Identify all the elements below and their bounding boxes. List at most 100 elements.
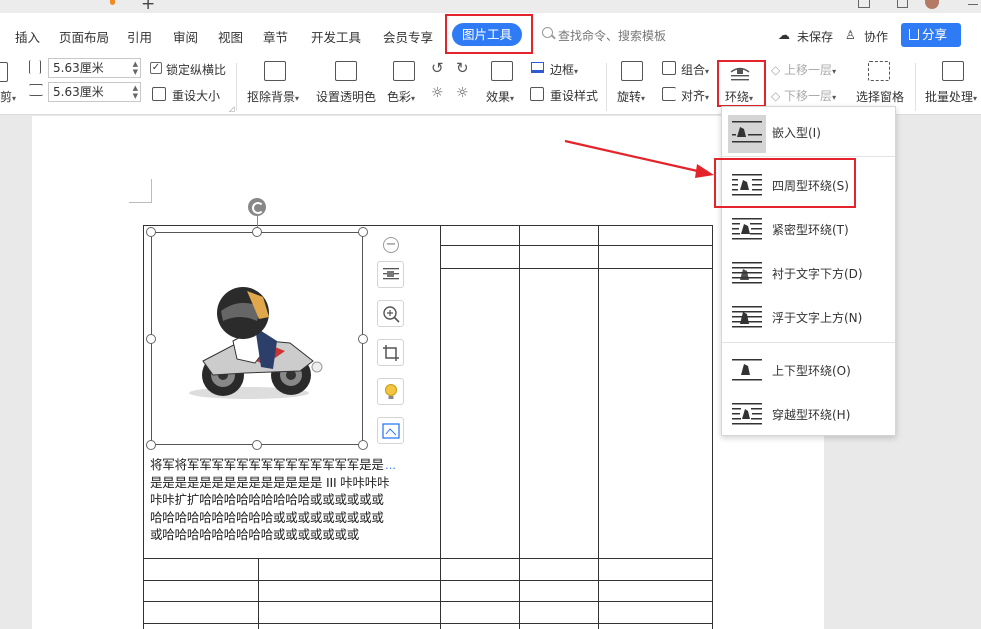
share-label: 分享 — [922, 27, 948, 42]
share-icon — [909, 29, 919, 40]
crop-image-button[interactable] — [377, 339, 404, 366]
wrap-option-in-front[interactable]: 浮于文字上方(N) — [722, 294, 895, 338]
separator — [236, 63, 237, 111]
wrap-tight-icon — [732, 218, 762, 240]
height-input[interactable]: 5.63厘米 ▲ ▼ — [48, 82, 141, 102]
contrast-icon[interactable]: ☼ — [456, 85, 469, 101]
share-button[interactable]: 分享 — [901, 23, 961, 47]
reset-size-icon — [152, 87, 166, 101]
resize-handle[interactable] — [358, 227, 368, 237]
collaborate-button[interactable]: 协作 — [864, 28, 888, 45]
text-line: 或哈哈哈哈哈哈哈哈哈或或或或或或或 — [150, 527, 360, 542]
wrap-option-behind-text[interactable]: 衬于文字下方(D) — [722, 250, 895, 294]
wrap-option-through[interactable]: 穿越型环绕(H) — [722, 391, 895, 435]
crop-icon — [383, 345, 399, 361]
minimize-icon[interactable] — [968, 4, 978, 12]
text-line: 将军将军军军军军军军军军军军军军军是是 — [150, 457, 384, 472]
tab-page-layout[interactable]: 页面布局 — [59, 27, 109, 46]
image-to-text-button[interactable] — [377, 417, 404, 444]
resize-handle[interactable] — [252, 227, 262, 237]
user-icon: ♙ — [845, 28, 856, 42]
avatar[interactable] — [925, 0, 939, 9]
tab-view[interactable]: 视图 — [218, 27, 243, 46]
smart-tips-button[interactable] — [377, 378, 404, 405]
wrap-option-label: 浮于文字上方(N) — [772, 311, 863, 325]
wrap-option-label: 嵌入型(I) — [772, 126, 821, 140]
tab-developer[interactable]: 开发工具 — [311, 27, 361, 46]
remove-background-button[interactable]: 抠除背景▾ — [247, 88, 299, 105]
cloud-icon: ☁ — [778, 28, 790, 42]
tab-insert[interactable]: 插入 — [15, 27, 40, 46]
reset-style-icon — [530, 87, 544, 101]
wrap-option-tight[interactable]: 紧密型环绕(T) — [722, 206, 895, 250]
rotate-handle[interactable] — [248, 198, 266, 216]
app-grid-icon[interactable] — [897, 0, 908, 8]
width-icon — [29, 60, 41, 74]
zoom-in-icon — [383, 306, 400, 323]
wrap-dropdown-menu: 嵌入型(I) 四周型环绕(S) 紧密型环绕(T) 衬于文字下方(D) 浮于文字上… — [721, 106, 896, 436]
tab-member[interactable]: 会员专享 — [383, 27, 433, 46]
separator — [606, 63, 607, 111]
crop-button[interactable]: 剪▾ — [0, 88, 16, 105]
lightbulb-icon — [385, 384, 397, 399]
dialog-launcher-icon[interactable]: ◿ — [229, 105, 234, 113]
brightness-icon[interactable]: ☼ — [431, 85, 444, 101]
effects-button[interactable]: 效果▾ — [486, 88, 514, 105]
selection-pane-button[interactable]: 选择窗格 — [856, 88, 904, 105]
rotate-right-icon[interactable]: ↻ — [456, 59, 469, 77]
wrap-inline-icon — [732, 121, 762, 143]
tab-section[interactable]: 章节 — [263, 27, 288, 46]
wrap-option-inline[interactable]: 嵌入型(I) — [722, 109, 895, 153]
search-icon — [542, 27, 553, 38]
motorcycle-rider-image[interactable] — [185, 283, 335, 403]
align-button[interactable]: 对齐▾ — [681, 87, 709, 104]
group-button[interactable]: 组合▾ — [681, 61, 709, 78]
set-transparent-icon — [335, 61, 357, 81]
resize-handle[interactable] — [358, 334, 368, 344]
highlight-box-square-wrap — [714, 158, 856, 208]
tab-review[interactable]: 审阅 — [173, 27, 198, 46]
highlight-box-picture-tools — [445, 14, 533, 54]
reset-style-button[interactable]: 重设样式 — [550, 87, 598, 104]
width-input[interactable]: 5.63厘米 ▲ ▼ — [48, 58, 141, 78]
wrap-behind-text-icon — [732, 262, 762, 284]
lock-ratio-checkbox[interactable]: ✓ — [150, 62, 162, 74]
text-line: 咔咔扩扩哈哈哈哈哈哈哈哈哈或或或或或或 — [150, 492, 384, 507]
search-input[interactable]: 查找命令、搜索模板 — [558, 27, 666, 44]
crop-icon[interactable] — [0, 62, 8, 82]
highlight-box-wrap — [717, 60, 766, 107]
zoom-image-button[interactable] — [377, 300, 404, 327]
selection-pane-icon — [868, 61, 890, 81]
new-tab-icon[interactable]: + — [141, 0, 155, 14]
resize-handle[interactable] — [146, 227, 156, 237]
send-backward-button[interactable]: ◇ 下移一层▾ — [771, 87, 836, 104]
remove-background-icon — [264, 61, 286, 81]
bring-forward-button[interactable]: ◇ 上移一层▾ — [771, 61, 836, 78]
rotate-left-icon[interactable]: ↺ — [431, 59, 444, 77]
menu-bar: 插入 页面布局 引用 审阅 视图 章节 开发工具 会员专享 图片工具 查找命令、… — [0, 13, 981, 57]
wrap-option-top-bottom[interactable]: 上下型环绕(O) — [722, 347, 895, 391]
layout-icon — [383, 268, 399, 280]
collapse-icon[interactable]: − — [383, 237, 399, 253]
rotate-button[interactable]: 旋转▾ — [617, 88, 645, 105]
window-layout-icon[interactable] — [858, 0, 870, 8]
resize-handle[interactable] — [146, 440, 156, 450]
set-transparent-button[interactable]: 设置透明色 — [316, 88, 376, 105]
resize-handle[interactable] — [146, 334, 156, 344]
table-cell-text[interactable]: 将军将军军军军军军军军军军军军军军是是 是是是是是是是是是是是是是是 III 咔… — [150, 456, 440, 544]
lock-ratio-label: 锁定纵横比 — [166, 63, 227, 77]
separator — [915, 63, 916, 111]
text-line: 是是是是是是是是是是是是是是 III 咔咔咔咔 — [150, 474, 390, 490]
margin-corner-mark — [129, 179, 152, 203]
unsaved-status[interactable]: 未保存 — [797, 28, 833, 45]
border-button[interactable]: 边框▾ — [550, 61, 578, 78]
resize-handle[interactable] — [358, 440, 368, 450]
color-button[interactable]: 色彩▾ — [387, 88, 415, 105]
resize-handle[interactable] — [252, 440, 262, 450]
batch-process-button[interactable]: 批量处理▾ — [925, 88, 977, 105]
layout-options-button[interactable] — [377, 261, 404, 288]
reset-size-button[interactable]: 重设大小 — [172, 87, 220, 104]
tab-references[interactable]: 引用 — [127, 27, 152, 46]
rotate-icon — [621, 61, 643, 81]
border-icon — [531, 62, 544, 73]
